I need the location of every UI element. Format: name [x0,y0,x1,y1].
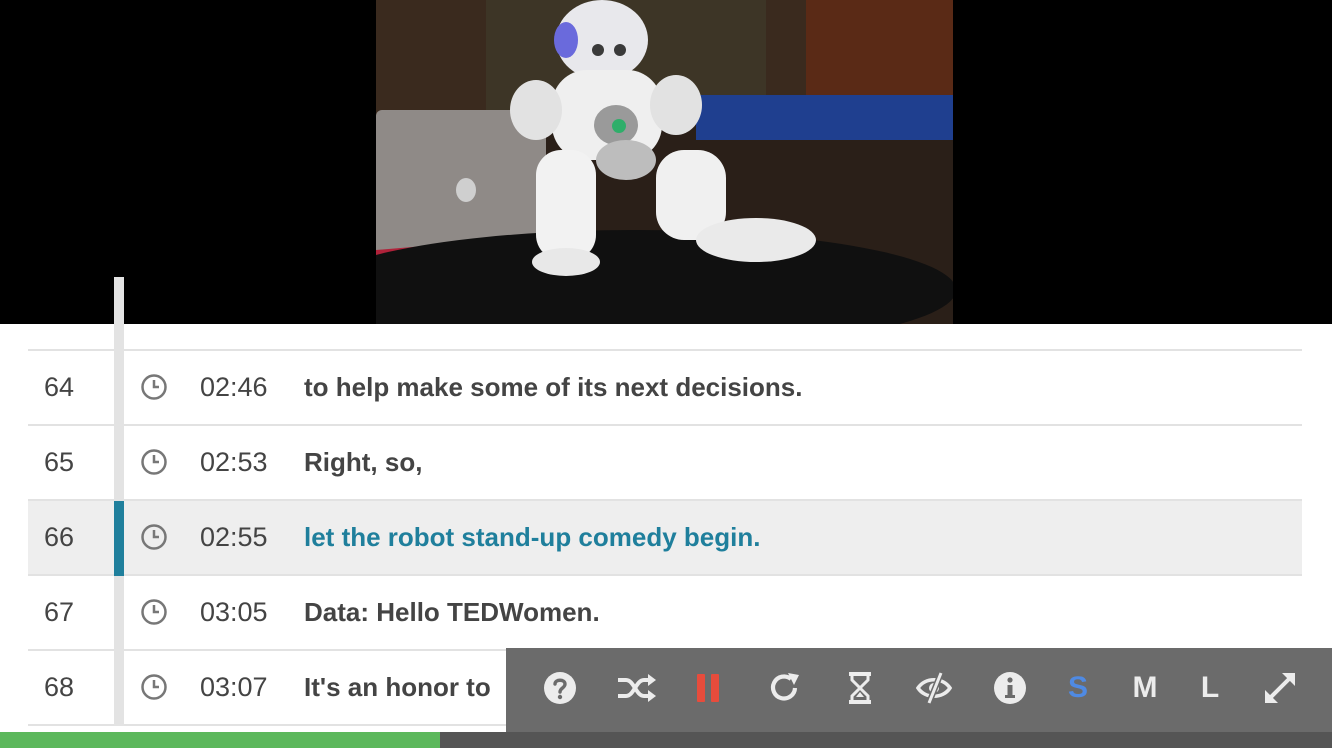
row-rail [114,277,124,351]
shuffle-button[interactable] [616,668,656,708]
clock-icon[interactable] [140,598,168,626]
line-number: 68 [44,672,75,702]
transcript-row[interactable]: 65 02:53 Right, so, [28,426,1302,501]
video-frame[interactable] [376,0,953,324]
size-large-label: L [1200,671,1220,704]
replay-button[interactable] [764,668,804,708]
line-number: 67 [44,597,75,627]
caption-text[interactable]: to help make some of its next decisions. [304,351,802,424]
help-button[interactable] [540,668,580,708]
caption-text[interactable]: Data: Hello TEDWomen. [304,576,600,649]
clock-icon[interactable] [140,373,168,401]
pause-button[interactable] [688,668,728,708]
transcript-row-active[interactable]: 66 02:55 let the robot stand-up comedy b… [28,501,1302,576]
caption-text-active[interactable]: let the robot stand-up comedy begin. [304,501,760,574]
clock-icon[interactable] [140,523,168,551]
size-small-label: S [1067,671,1088,704]
eye-slash-icon [915,671,953,705]
line-number: 66 [44,522,75,552]
timestamp[interactable]: 02:46 [200,351,268,424]
refresh-icon [770,673,799,701]
fullscreen-button[interactable] [1260,668,1300,708]
robot-video-image [376,0,953,324]
row-rail [114,351,124,426]
transcript-row[interactable]: 64 02:46 to help make some of its next d… [28,351,1302,426]
hourglass-icon [849,672,871,704]
row-rail [114,651,124,726]
info-icon [994,672,1026,704]
pause-icon [697,674,719,702]
caption-text[interactable]: It's an honor to [304,651,491,724]
transcript-row-partial [28,277,1302,351]
progress-fill [0,732,440,748]
clock-icon[interactable] [140,448,168,476]
timer-button[interactable] [840,668,880,708]
size-small-button[interactable]: S [1058,668,1098,708]
timestamp[interactable]: 02:53 [200,426,268,499]
row-rail [114,576,124,651]
line-number: 64 [44,372,75,402]
shuffle-icon [618,674,656,702]
control-bar: S M L [506,648,1332,732]
caption-text[interactable]: Right, so, [304,426,422,499]
transcript-row[interactable]: 67 03:05 Data: Hello TEDWomen. [28,576,1302,651]
timestamp[interactable]: 02:55 [200,501,268,574]
timestamp[interactable]: 03:05 [200,576,268,649]
expand-icon [1265,673,1295,703]
hide-text-button[interactable] [914,668,954,708]
line-number: 65 [44,447,75,477]
size-medium-label: M [1132,671,1158,704]
size-large-button[interactable]: L [1190,668,1230,708]
size-medium-button[interactable]: M [1125,668,1165,708]
video-player[interactable] [0,0,1332,324]
row-rail-active [114,501,124,576]
info-button[interactable] [990,668,1030,708]
clock-icon[interactable] [140,673,168,701]
row-rail [114,426,124,501]
progress-bar[interactable] [0,732,1332,748]
help-icon [544,672,576,704]
timestamp[interactable]: 03:07 [200,651,268,724]
